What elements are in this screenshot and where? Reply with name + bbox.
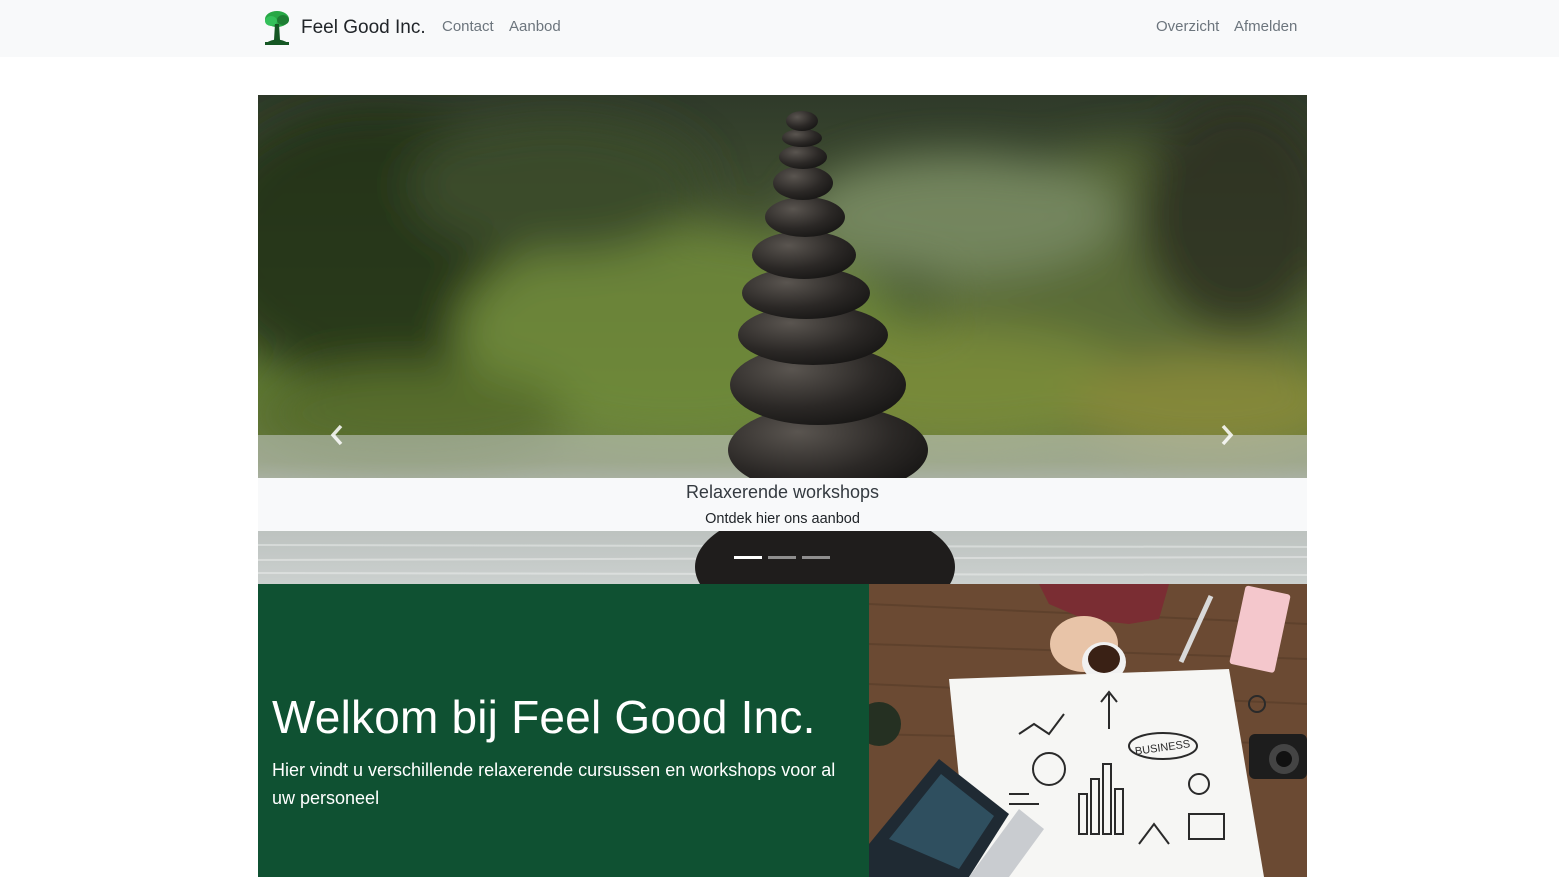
caption-text: Ontdek hier ons aanbod <box>705 511 860 527</box>
carousel-caption: Relaxerende workshops Ontdek hier ons aa… <box>258 478 1307 531</box>
chevron-right-icon[interactable] <box>1215 420 1239 450</box>
welcome-jumbotron: Welkom bij Feel Good Inc. Hier vindt u v… <box>258 584 869 877</box>
desk-image: BUSINESS <box>869 584 1307 877</box>
nav-link-afmelden[interactable]: Afmelden <box>1234 18 1297 35</box>
carousel-indicators <box>734 556 830 559</box>
nav-link-overzicht[interactable]: Overzicht <box>1156 18 1219 35</box>
chevron-left-icon[interactable] <box>325 420 349 450</box>
tree-icon <box>265 11 289 45</box>
caption-title: Relaxerende workshops <box>685 482 880 502</box>
carousel: Relaxerende workshops Ontdek hier ons aa… <box>258 95 1307 584</box>
navbar: Feel Good Inc. Contact Aanbod Overzicht … <box>0 0 1559 57</box>
nav-link-contact[interactable]: Contact <box>442 18 494 35</box>
welcome-lead: Hier vindt u verschillende relaxerende c… <box>272 760 836 808</box>
welcome-title: Welkom bij Feel Good Inc. <box>272 691 816 743</box>
indicator-3[interactable] <box>802 556 830 559</box>
brand-name: Feel Good Inc. <box>301 17 426 38</box>
nav-link-aanbod[interactable]: Aanbod <box>509 18 561 35</box>
indicator-1[interactable] <box>734 556 762 559</box>
brand[interactable]: Feel Good Inc. <box>260 9 426 47</box>
indicator-2[interactable] <box>768 556 796 559</box>
